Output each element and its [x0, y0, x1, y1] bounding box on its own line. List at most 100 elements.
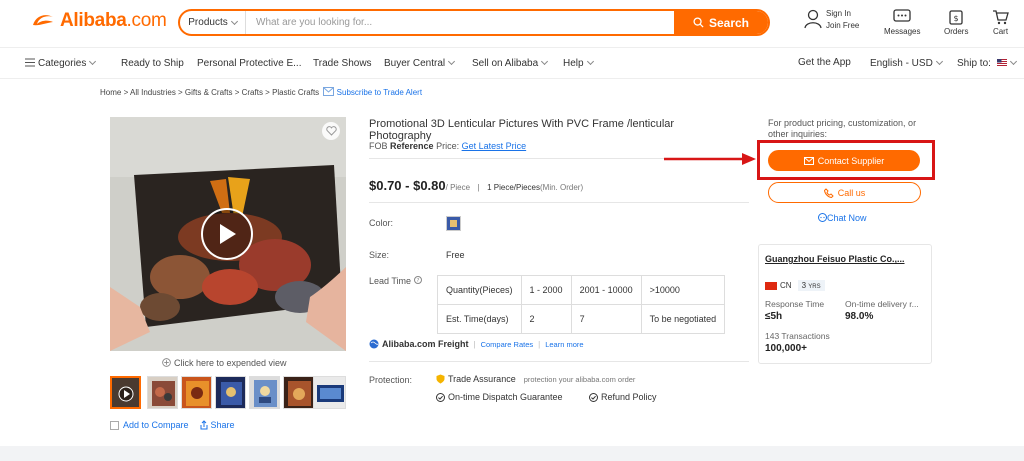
- thumbnail-picture: [314, 377, 345, 408]
- chevron-down-icon: [230, 17, 238, 26]
- learn-more-link[interactable]: Learn more: [545, 340, 583, 349]
- chevron-down-icon: [1009, 57, 1017, 66]
- refund-policy[interactable]: Refund Policy: [589, 392, 657, 402]
- call-us-button[interactable]: Call us: [768, 182, 921, 203]
- nav-ready-to-ship[interactable]: Ready to Ship: [121, 58, 184, 69]
- thumbnail-image[interactable]: [215, 376, 246, 409]
- fob-price-row: FOB Reference Price: Get Latest Price: [369, 141, 527, 151]
- cart-icon: [993, 10, 1009, 25]
- china-flag-icon: [765, 281, 777, 290]
- sign-in-link[interactable]: Sign In: [826, 8, 859, 20]
- add-to-compare-label: Add to Compare: [123, 420, 189, 430]
- dispatch-guarantee[interactable]: On-time Dispatch Guarantee: [436, 392, 563, 402]
- cart-label: Cart: [992, 27, 1009, 36]
- favorite-button[interactable]: [322, 122, 340, 140]
- table-cell: Est. Time(days): [437, 304, 522, 334]
- messages-button[interactable]: Messages: [884, 9, 920, 36]
- chevron-down-icon: [586, 57, 594, 66]
- sign-in-area[interactable]: Sign In Join Free: [804, 8, 859, 32]
- thumbnail-image[interactable]: [313, 376, 346, 409]
- product-title: Promotional 3D Lenticular Pictures With …: [369, 118, 675, 142]
- protection-label: Protection:: [369, 375, 413, 385]
- search-button[interactable]: Search: [674, 11, 768, 34]
- thumbnail-picture: [250, 377, 279, 408]
- table-cell: 2: [520, 304, 572, 334]
- table-row: Est. Time(days) 2 7 To be negotiated: [437, 304, 726, 334]
- size-value[interactable]: Free: [446, 250, 465, 260]
- language-currency-select[interactable]: English - USD: [870, 57, 943, 69]
- trade-assurance[interactable]: Trade Assurance protection your alibaba.…: [436, 374, 635, 384]
- nav-buyer-central[interactable]: Buyer Central: [384, 57, 456, 69]
- us-flag-icon: [996, 59, 1007, 66]
- search-input[interactable]: [246, 11, 674, 34]
- color-swatch[interactable]: [446, 216, 461, 231]
- breadcrumb: Home > All Industries > Gifts & Crafts >…: [100, 87, 422, 97]
- ship-to-select[interactable]: Ship to:: [957, 57, 1017, 69]
- compare-rates-link[interactable]: Compare Rates: [481, 340, 534, 349]
- category-nav: Categories Ready to Ship Personal Protec…: [0, 49, 1024, 79]
- plus-circle-icon: [162, 358, 171, 367]
- supplier-origin: CN 3 YRS: [765, 280, 825, 291]
- video-thumbnail-image: [112, 378, 139, 407]
- color-label: Color:: [369, 218, 394, 228]
- play-video-button[interactable]: [201, 208, 253, 260]
- price-row: $0.70 - $0.80/ Piece | 1 Piece/Pieces(Mi…: [369, 178, 584, 193]
- subscribe-trade-alert-link[interactable]: Subscribe to Trade Alert: [337, 88, 422, 97]
- table-row: Quantity(Pieces) 1 - 2000 2001 - 10000 >…: [437, 275, 726, 305]
- nav-ppe[interactable]: Personal Protective E...: [197, 58, 302, 69]
- size-label: Size:: [369, 250, 390, 260]
- orders-button[interactable]: $ Orders: [944, 9, 968, 36]
- table-cell: 1 - 2000: [520, 275, 572, 305]
- thumbnail-image[interactable]: [283, 376, 314, 409]
- mail-icon: [323, 87, 335, 96]
- breadcrumb-path[interactable]: Home > All Industries > Gifts & Crafts >…: [100, 88, 319, 97]
- expand-view-link[interactable]: Click here to expended view: [162, 358, 287, 368]
- transactions-label: 143 Transactions: [765, 331, 830, 341]
- table-cell: To be negotiated: [640, 304, 726, 334]
- nav-trade-shows[interactable]: Trade Shows: [313, 58, 372, 69]
- thumbnail-video[interactable]: [110, 376, 141, 409]
- divider: [369, 361, 749, 362]
- thumbnail-picture: [148, 377, 177, 408]
- compare-checkbox[interactable]: [110, 420, 119, 430]
- table-cell: 7: [570, 304, 642, 334]
- footer-strip: [0, 446, 1024, 461]
- add-to-compare[interactable]: Add to Compare Share: [110, 420, 235, 430]
- ontime-delivery-value: 98.0%: [845, 311, 874, 322]
- chat-now-link[interactable]: Chat Now: [818, 213, 867, 223]
- thumbnail-picture: [284, 377, 313, 408]
- help-icon: ?: [413, 276, 422, 284]
- get-app-link[interactable]: Get the App: [798, 57, 851, 68]
- nav-sell-on-alibaba[interactable]: Sell on Alibaba: [472, 57, 549, 69]
- red-arrow-annotation: [664, 153, 756, 165]
- thumbnail-image[interactable]: [181, 376, 212, 409]
- thumbnail-image[interactable]: [249, 376, 280, 409]
- menu-icon: [25, 58, 35, 67]
- categories-menu[interactable]: Categories: [25, 57, 97, 69]
- nav-help[interactable]: Help: [563, 57, 594, 69]
- price-unit: / Piece: [445, 183, 471, 192]
- search-category-select[interactable]: Products: [180, 11, 246, 34]
- orders-icon: $: [949, 10, 963, 25]
- response-time-value: ≤5h: [765, 311, 783, 322]
- phone-icon: [823, 187, 834, 198]
- freight-brand: Alibaba.com Freight: [382, 339, 469, 349]
- get-latest-price-link[interactable]: Get Latest Price: [462, 141, 527, 151]
- contact-supplier-button[interactable]: Contact Supplier: [768, 150, 920, 171]
- transactions-value: 100,000+: [765, 343, 807, 354]
- alibaba-logo[interactable]: Alibaba.com: [30, 10, 167, 32]
- min-order-note: (Min. Order): [540, 183, 584, 192]
- share-link[interactable]: Share: [211, 420, 235, 430]
- play-icon: [220, 224, 236, 244]
- join-free-link[interactable]: Join Free: [826, 20, 859, 32]
- cart-button[interactable]: Cart: [992, 9, 1009, 36]
- messages-label: Messages: [884, 27, 921, 36]
- table-cell: 2001 - 10000: [570, 275, 642, 305]
- globe-icon: [369, 339, 379, 349]
- supplier-name-link[interactable]: Guangzhou Feisuo Plastic Co.,...: [765, 254, 925, 264]
- thumbnail-image[interactable]: [147, 376, 178, 409]
- chevron-down-icon: [448, 57, 456, 66]
- response-time-label: Response Time: [765, 299, 825, 309]
- color-swatch-image: [447, 217, 460, 230]
- ontime-delivery-label: On-time delivery r...: [845, 299, 919, 309]
